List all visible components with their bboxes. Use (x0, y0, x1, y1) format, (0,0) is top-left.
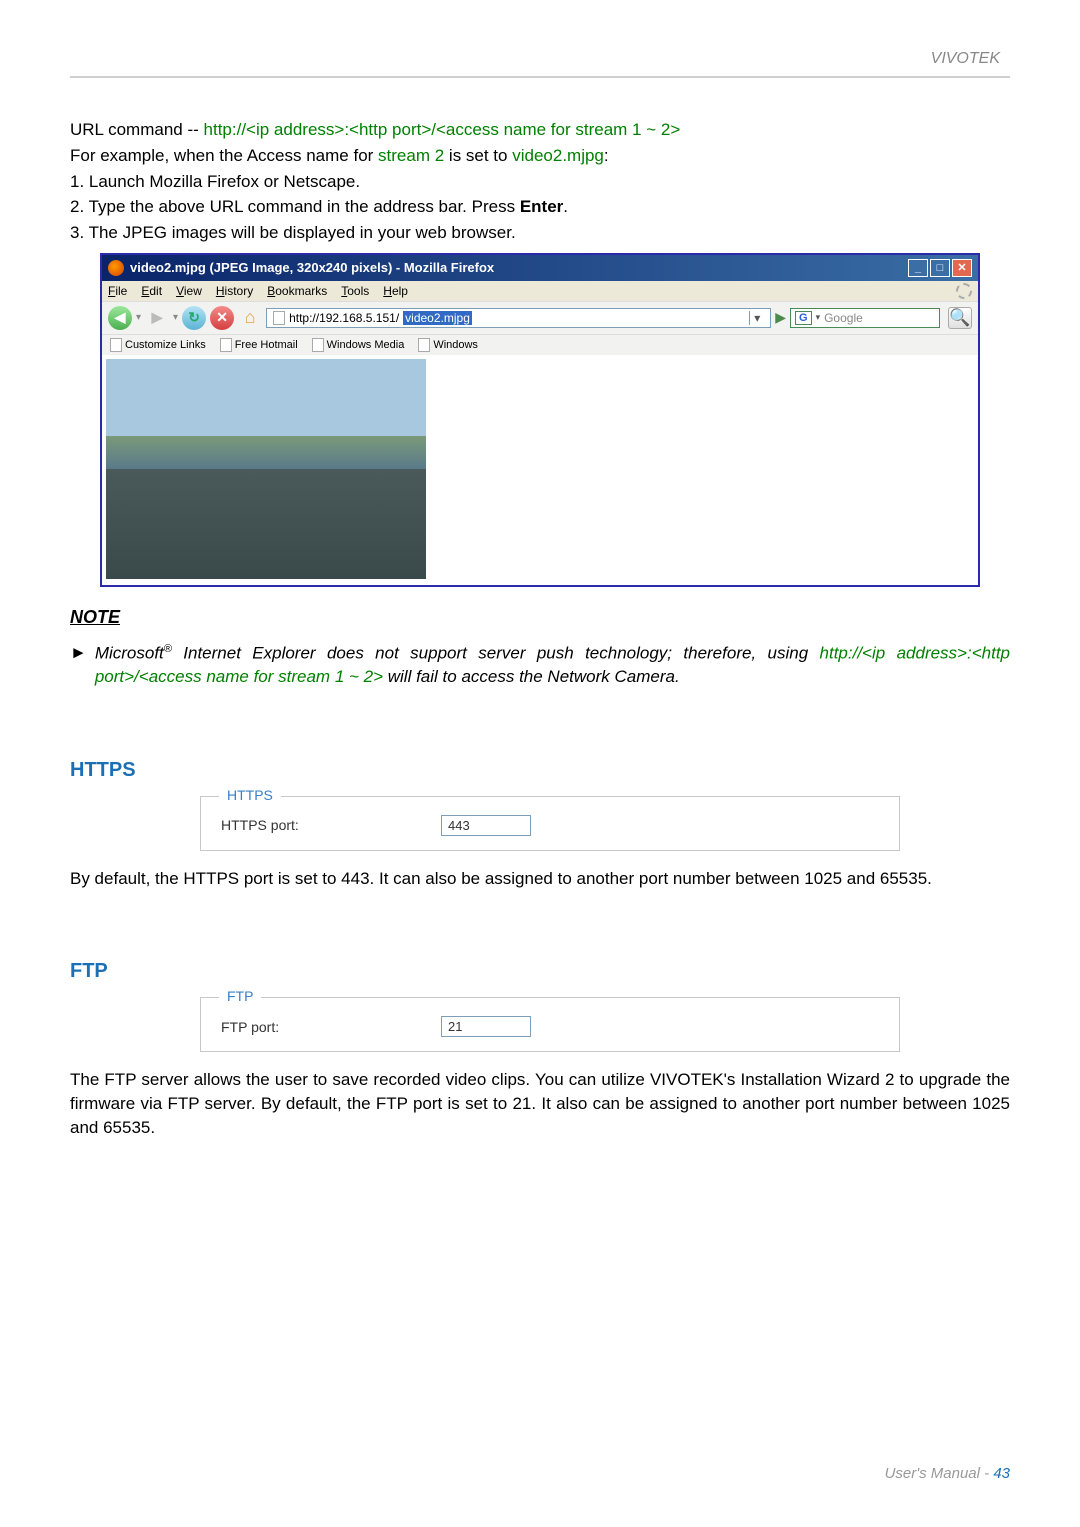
note-t2: Internet Explorer does not support serve… (172, 644, 820, 663)
bookmark-label: Windows Media (327, 339, 405, 351)
step-1: 1. Launch Mozilla Firefox or Netscape. (70, 170, 1010, 194)
address-bar[interactable]: http://192.168.5.151/video2.mjpg ▾ (266, 308, 771, 328)
step-3: 3. The JPEG images will be displayed in … (70, 221, 1010, 245)
menu-tools[interactable]: Tools (341, 284, 369, 298)
forward-button[interactable]: ▶ (145, 306, 169, 330)
ftp-port-input[interactable]: 21 (441, 1016, 531, 1037)
address-dropdown[interactable]: ▾ (749, 311, 764, 325)
note-arrow-icon: ► (70, 642, 87, 689)
menu-view[interactable]: View (176, 284, 202, 298)
firefox-titlebar: video2.mjpg (JPEG Image, 320x240 pixels)… (102, 255, 978, 281)
bookmark-icon (110, 338, 122, 352)
firefox-icon (108, 260, 124, 276)
search-box[interactable]: G▾ Google (790, 308, 940, 328)
firefox-content (102, 355, 978, 585)
firefox-title: video2.mjpg (JPEG Image, 320x240 pixels)… (130, 260, 494, 275)
page-footer: User's Manual - 43 (885, 1465, 1010, 1482)
url-eg1b: stream 2 (378, 146, 444, 165)
bookmark-hotmail[interactable]: Free Hotmail (220, 338, 298, 352)
url-eg1e: : (604, 146, 609, 165)
menu-bookmarks[interactable]: Bookmarks (267, 284, 327, 298)
bookmark-label: Windows (433, 339, 478, 351)
bookmark-icon (312, 338, 324, 352)
menu-history[interactable]: History (216, 284, 253, 298)
https-section-title: HTTPS (70, 759, 1010, 782)
step-2a: 2. Type the above URL command in the add… (70, 197, 520, 216)
note-body: ► Microsoft® Internet Explorer does not … (70, 642, 1010, 689)
firefox-toolbar: ◀ ▾ ▶ ▾ ↻ ✕ ⌂ http://192.168.5.151/video… (102, 301, 978, 334)
step-2b: Enter (520, 197, 563, 216)
https-legend: HTTPS (219, 787, 281, 803)
loading-icon (956, 283, 972, 299)
url-eg1c: is set to (444, 146, 512, 165)
note-t1: Microsoft (95, 644, 164, 663)
url-cmd-prefix: URL command -- (70, 120, 204, 139)
page-icon (273, 311, 285, 325)
https-fieldset: HTTPS HTTPS port: 443 (200, 796, 900, 851)
bookmark-customize[interactable]: Customize Links (110, 338, 206, 352)
url-eg1d: video2.mjpg (512, 146, 604, 165)
url-prefix: http://192.168.5.151/ (289, 311, 399, 325)
url-command-section: URL command -- http://<ip address>:<http… (70, 118, 1010, 245)
note-heading: NOTE (70, 607, 1010, 628)
back-button[interactable]: ◀ (108, 306, 132, 330)
jpeg-stream-image (106, 359, 426, 579)
firefox-menubar: File Edit View History Bookmarks Tools H… (102, 281, 978, 301)
search-placeholder: Google (824, 311, 863, 325)
close-button[interactable]: ✕ (952, 259, 972, 277)
https-port-label: HTTPS port: (221, 817, 441, 833)
menu-file[interactable]: File (108, 284, 127, 298)
bookmark-label: Customize Links (125, 339, 206, 351)
footer-page: 43 (993, 1465, 1010, 1482)
url-eg1a: For example, when the Access name for (70, 146, 378, 165)
https-description: By default, the HTTPS port is set to 443… (70, 867, 1010, 891)
bookmark-windows[interactable]: Windows (418, 338, 478, 352)
note-t4: will fail to access the Network Camera. (383, 667, 680, 686)
menu-edit[interactable]: Edit (141, 284, 162, 298)
bookmark-winmedia[interactable]: Windows Media (312, 338, 405, 352)
minimize-button[interactable]: _ (908, 259, 928, 277)
firefox-window: video2.mjpg (JPEG Image, 320x240 pixels)… (100, 253, 980, 587)
step-2c: . (563, 197, 568, 216)
https-port-input[interactable]: 443 (441, 815, 531, 836)
ftp-section-title: FTP (70, 960, 1010, 983)
bookmark-icon (220, 338, 232, 352)
footer-label: User's Manual - (885, 1465, 994, 1482)
go-button[interactable]: ▶ (775, 309, 786, 326)
brand-header: VIVOTEK (70, 50, 1010, 68)
ftp-description: The FTP server allows the user to save r… (70, 1068, 1010, 1139)
bookmarks-toolbar: Customize Links Free Hotmail Windows Med… (102, 334, 978, 355)
ftp-legend: FTP (219, 988, 261, 1004)
menu-help[interactable]: Help (383, 284, 408, 298)
url-cmd-pattern: http://<ip address>:<http port>/<access … (204, 120, 681, 139)
home-button[interactable]: ⌂ (238, 306, 262, 330)
ftp-fieldset: FTP FTP port: 21 (200, 997, 900, 1052)
ftp-port-label: FTP port: (221, 1019, 441, 1035)
document-page: VIVOTEK URL command -- http://<ip addres… (0, 0, 1080, 1527)
search-icon[interactable]: 🔍 (948, 307, 972, 329)
bookmark-label: Free Hotmail (235, 339, 298, 351)
header-divider (70, 76, 1010, 78)
note-reg: ® (164, 643, 172, 655)
reload-button[interactable]: ↻ (182, 306, 206, 330)
window-buttons: _ □ ✕ (908, 259, 972, 277)
google-logo-icon: G (795, 311, 812, 325)
stop-button[interactable]: ✕ (210, 306, 234, 330)
url-highlight: video2.mjpg (403, 311, 472, 325)
maximize-button[interactable]: □ (930, 259, 950, 277)
bookmark-icon (418, 338, 430, 352)
